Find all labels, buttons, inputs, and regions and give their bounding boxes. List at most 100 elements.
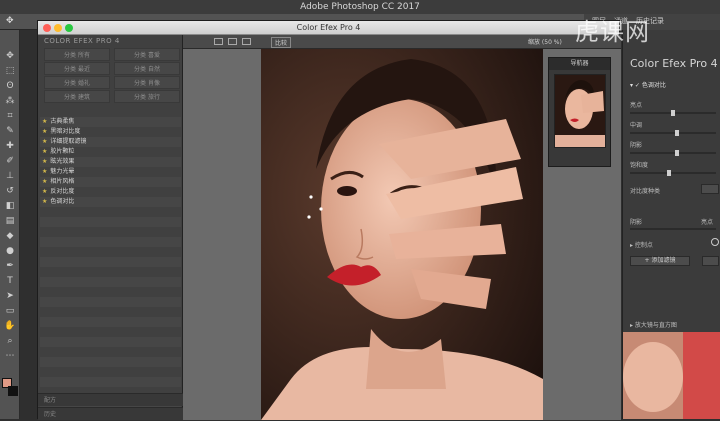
blur-icon[interactable]: ◆ (3, 230, 17, 241)
split-view-icon[interactable] (228, 38, 237, 45)
filter-item[interactable]: ★ 相片风格 (42, 177, 74, 187)
path-select-icon[interactable]: ➤ (3, 290, 17, 301)
star-icon: ★ (42, 148, 48, 155)
category-architecture[interactable]: 分类 建筑 (44, 90, 110, 103)
filter-item[interactable]: ★ 黑暗对比度 (42, 127, 80, 137)
move-tool-icon[interactable]: ✥ (6, 16, 14, 26)
zoom-level[interactable]: 缩放 (50 %) (528, 37, 562, 46)
slider-midtones[interactable] (630, 130, 716, 136)
navigator-image (555, 75, 605, 147)
dodge-icon[interactable]: ● (3, 245, 17, 256)
lasso-icon[interactable]: ʘ (3, 80, 17, 91)
star-icon: ★ (42, 188, 48, 195)
stamp-icon[interactable]: ⊥ (3, 170, 17, 181)
filter-controls-panel: Color Efex Pro 4 ▾ ✓ 色调对比 亮点 中调 阴影 饱和度 对… (622, 30, 720, 419)
brush-icon[interactable]: ✐ (3, 155, 17, 166)
star-icon: ★ (42, 168, 48, 175)
control-points-row[interactable]: ▸ 控制点 (630, 240, 653, 249)
move-icon[interactable]: ✥ (3, 50, 17, 61)
filter-list: ★ 古典柔焦 ★ 黑暗对比度 ★ 详细提取滤镜 ★ 胶片颗粒 ★ 眩光效果 ★ 魅力光晕 ★… (40, 117, 181, 407)
preview-canvas[interactable]: 导航器 (183, 49, 621, 420)
control-point-icon[interactable] (711, 238, 719, 246)
filter-item[interactable]: ★ 反对比度 (42, 187, 74, 197)
slider-knob[interactable] (675, 130, 680, 136)
category-nature[interactable]: 分类 自然 (114, 62, 180, 75)
more-tools-icon[interactable]: ⋯ (3, 350, 17, 361)
expand-arrow-icon: ▾ ✓ (630, 82, 642, 89)
magnifier-preview[interactable] (623, 332, 720, 419)
filter-item[interactable]: ★ 眩光效果 (42, 157, 74, 167)
navigator-thumbnail[interactable] (554, 74, 606, 148)
close-icon[interactable] (43, 24, 51, 32)
recipes-row[interactable]: 配方 (38, 393, 183, 406)
add-filter-button[interactable]: + 添加滤镜 (630, 256, 690, 266)
crop-icon[interactable]: ⌗ (3, 110, 17, 121)
side-by-side-icon[interactable] (242, 38, 251, 45)
marquee-icon[interactable]: ⬚ (3, 65, 17, 76)
shadows-highlights-slider[interactable] (630, 228, 716, 230)
hand-icon[interactable]: ✋ (3, 320, 17, 331)
history-row[interactable]: 历史 (38, 407, 183, 420)
shadows-label: 阴影 (630, 219, 643, 226)
category-travel[interactable]: 分类 旅行 (114, 90, 180, 103)
portrait-image (261, 49, 543, 420)
history-label: 历史 (44, 411, 57, 418)
slider-saturation[interactable] (630, 170, 716, 176)
compare-button[interactable]: 比较 (271, 37, 292, 48)
active-filter-label[interactable]: ▾ ✓ 色调对比 (630, 80, 666, 89)
healing-icon[interactable]: ✚ (3, 140, 17, 151)
category-favorites[interactable]: 分类 喜爱 (114, 48, 180, 61)
preview-toolbar: 比较 缩放 (50 %) (183, 35, 621, 49)
filter-browser-panel: COLOR EFEX PRO 4 分类 所有 分类 喜爱 分类 最近 分类 自然… (38, 35, 183, 420)
ps-tool-bar: ✥ ⬚ ʘ ⁂ ⌗ ✎ ✚ ✐ ⊥ ↺ ◧ ▤ ◆ ● ✒ T ➤ ▭ ✋ ⌕ … (0, 30, 20, 419)
recipes-label: 配方 (44, 397, 57, 404)
filter-item[interactable]: ★ 古典柔焦 (42, 117, 74, 127)
eraser-icon[interactable]: ◧ (3, 200, 17, 211)
filter-item[interactable]: ★ 色调对比 (42, 197, 74, 207)
category-portrait[interactable]: 分类 肖像 (114, 76, 180, 89)
star-icon: ★ (42, 198, 48, 205)
slider-label-midtones: 中调 (630, 122, 643, 129)
save-recipe-button[interactable] (702, 256, 719, 266)
filter-item[interactable]: ★ 魅力光晕 (42, 167, 74, 177)
background-color-swatch[interactable] (8, 386, 18, 396)
minimize-icon[interactable] (54, 24, 62, 32)
category-wedding[interactable]: 分类 婚礼 (44, 76, 110, 89)
watermark-logo: 虎课网 (575, 18, 650, 46)
slider-label-highlights: 亮点 (630, 102, 643, 109)
color-efex-window: Color Efex Pro 4 COLOR EFEX PRO 4 分类 所有 … (37, 20, 621, 420)
magnifier-image (623, 332, 720, 419)
slider-highlights[interactable] (630, 110, 716, 116)
eyedropper-icon[interactable]: ✎ (3, 125, 17, 136)
magnifier-row[interactable]: ▸ 放大镜与直方图 (630, 320, 677, 329)
portrait-photo (261, 49, 543, 420)
filter-item[interactable]: ★ 胶片颗粒 (42, 147, 74, 157)
zoom-icon[interactable]: ⌕ (3, 335, 17, 346)
category-all[interactable]: 分类 所有 (44, 48, 110, 61)
single-view-icon[interactable] (214, 38, 223, 45)
history-brush-icon[interactable]: ↺ (3, 185, 17, 196)
app-title: Adobe Photoshop CC 2017 (300, 2, 420, 12)
plugin-title: Color Efex Pro 4 (630, 57, 718, 70)
star-icon: ★ (42, 158, 48, 165)
navigator-panel: 导航器 (548, 57, 611, 167)
pen-icon[interactable]: ✒ (3, 260, 17, 271)
gradient-icon[interactable]: ▤ (3, 215, 17, 226)
slider-knob[interactable] (666, 170, 671, 176)
contrast-type-dropdown[interactable] (701, 184, 719, 194)
contrast-type-label: 对比度种类 (630, 188, 661, 195)
slider-knob[interactable] (675, 150, 680, 156)
star-icon: ★ (42, 128, 48, 135)
category-recent[interactable]: 分类 最近 (44, 62, 110, 75)
filter-item[interactable]: ★ 详细提取滤镜 (42, 137, 86, 147)
zoom-window-icon[interactable] (65, 24, 73, 32)
type-icon[interactable]: T (3, 275, 17, 286)
magic-wand-icon[interactable]: ⁂ (3, 95, 17, 106)
shape-icon[interactable]: ▭ (3, 305, 17, 316)
slider-label-saturation: 饱和度 (630, 162, 649, 169)
slider-label-shadows: 阴影 (630, 142, 643, 149)
slider-knob[interactable] (671, 110, 675, 116)
star-icon: ★ (42, 118, 48, 125)
slider-shadows[interactable] (630, 150, 716, 156)
window-title: Color Efex Pro 4 (296, 23, 361, 32)
